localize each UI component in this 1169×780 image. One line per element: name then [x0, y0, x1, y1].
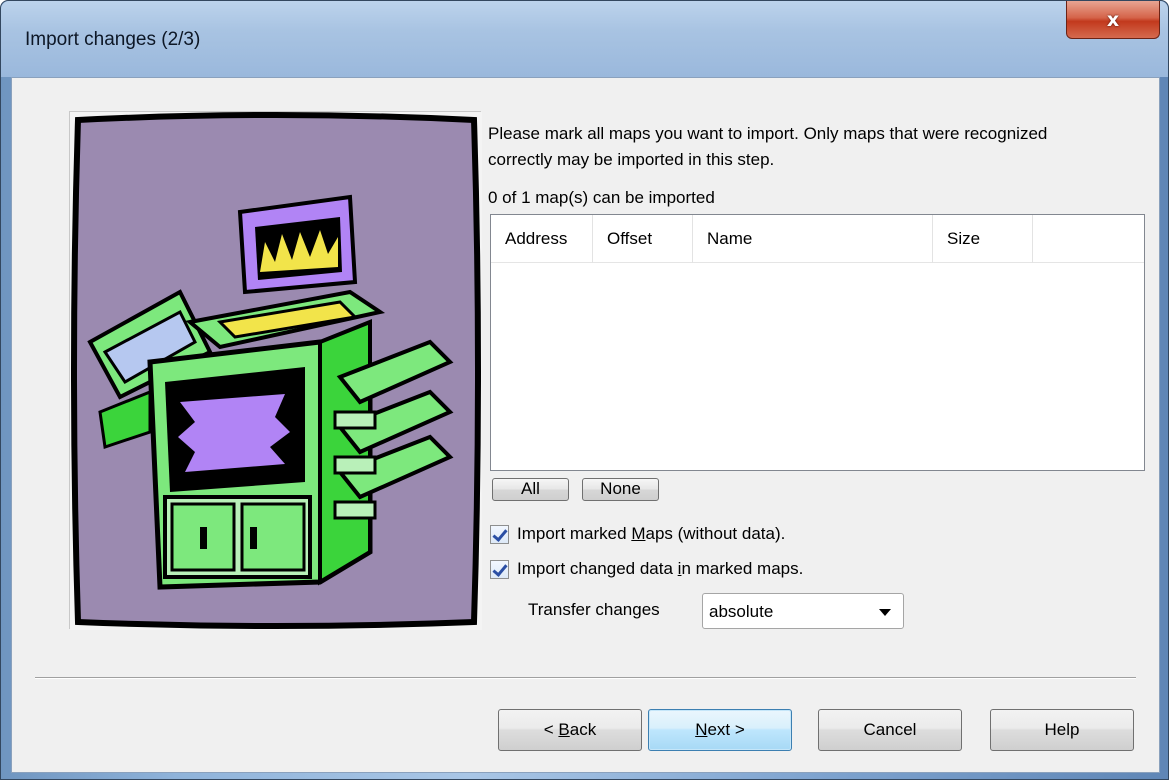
import-maps-label: Import marked Maps (without data).: [517, 524, 786, 543]
column-name[interactable]: Name: [693, 215, 933, 263]
select-all-button[interactable]: All: [492, 478, 569, 501]
column-filler: [1033, 215, 1144, 263]
import-data-option[interactable]: Import changed data in marked maps.: [490, 559, 803, 579]
footer-separator: [35, 677, 1136, 679]
import-maps-option[interactable]: Import marked Maps (without data).: [490, 524, 785, 544]
column-offset[interactable]: Offset: [593, 215, 693, 263]
printer-icon: [70, 112, 482, 630]
maps-list[interactable]: Address Offset Name Size: [490, 214, 1145, 471]
transfer-changes-label: Transfer changes: [528, 600, 660, 619]
import-count-label: 0 of 1 map(s) can be imported: [488, 188, 715, 207]
close-button[interactable]: x: [1066, 1, 1160, 39]
printer-illustration: [69, 111, 482, 630]
import-maps-checkbox[interactable]: [490, 524, 509, 544]
transfer-changes-value: absolute: [709, 602, 774, 621]
instructions-text: Please mark all maps you want to import.…: [488, 124, 1048, 169]
column-size[interactable]: Size: [933, 215, 1033, 263]
title-bar[interactable]: Import changes (2/3) x: [1, 1, 1168, 77]
next-button[interactable]: Next >: [648, 709, 792, 751]
column-address[interactable]: Address: [491, 215, 593, 263]
help-button[interactable]: Help: [990, 709, 1134, 751]
back-button[interactable]: < Back: [498, 709, 642, 751]
close-icon: x: [1106, 8, 1120, 31]
cancel-button[interactable]: Cancel: [818, 709, 962, 751]
dialog-window: Import changes (2/3) x Please mark all m…: [0, 0, 1169, 780]
import-data-checkbox[interactable]: [490, 559, 509, 579]
list-header: Address Offset Name Size: [491, 215, 1144, 263]
transfer-changes-select[interactable]: absolute: [702, 593, 904, 629]
import-data-label: Import changed data in marked maps.: [517, 559, 804, 578]
dialog-client-area: Please mark all maps you want to import.…: [11, 77, 1160, 773]
select-none-button[interactable]: None: [582, 478, 659, 501]
window-title: Import changes (2/3): [25, 29, 201, 50]
dropdown-arrow-icon: [879, 609, 891, 616]
